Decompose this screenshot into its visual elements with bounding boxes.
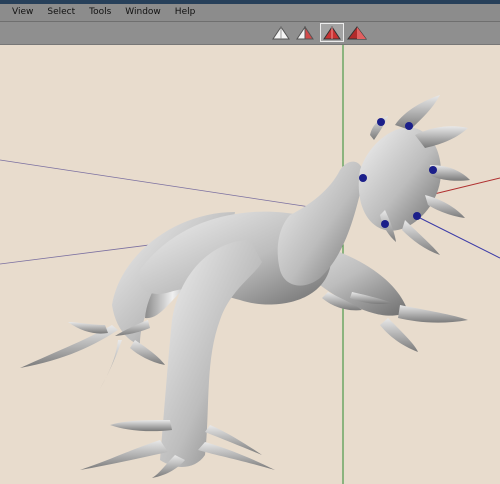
menu-window[interactable]: Window bbox=[118, 4, 168, 21]
cone-white-red-icon bbox=[296, 25, 314, 39]
menu-tools[interactable]: Tools bbox=[82, 4, 118, 21]
x-axis-line bbox=[429, 177, 500, 196]
menu-help[interactable]: Help bbox=[168, 4, 203, 21]
menu-bar: View Select Tools Window Help bbox=[0, 4, 500, 22]
menu-select[interactable]: Select bbox=[40, 4, 82, 21]
creature-model[interactable] bbox=[20, 95, 470, 478]
shade-mode-button-2[interactable] bbox=[294, 23, 316, 42]
viewport-scene bbox=[0, 45, 500, 484]
z-axis-line bbox=[419, 217, 500, 259]
menu-view[interactable]: View bbox=[0, 4, 40, 21]
app-window: View Select Tools Window Help bbox=[0, 0, 500, 484]
cone-red-icon bbox=[323, 25, 341, 39]
cone-white-icon bbox=[272, 25, 290, 39]
shade-mode-button-3[interactable] bbox=[320, 23, 344, 42]
shade-mode-button-4[interactable] bbox=[346, 23, 368, 42]
3d-viewport[interactable] bbox=[0, 45, 500, 484]
cone-red-shaded-icon bbox=[347, 25, 367, 39]
shading-toolbar bbox=[0, 22, 500, 45]
grid-line-left bbox=[0, 159, 331, 211]
shade-mode-button-1[interactable] bbox=[270, 23, 292, 42]
